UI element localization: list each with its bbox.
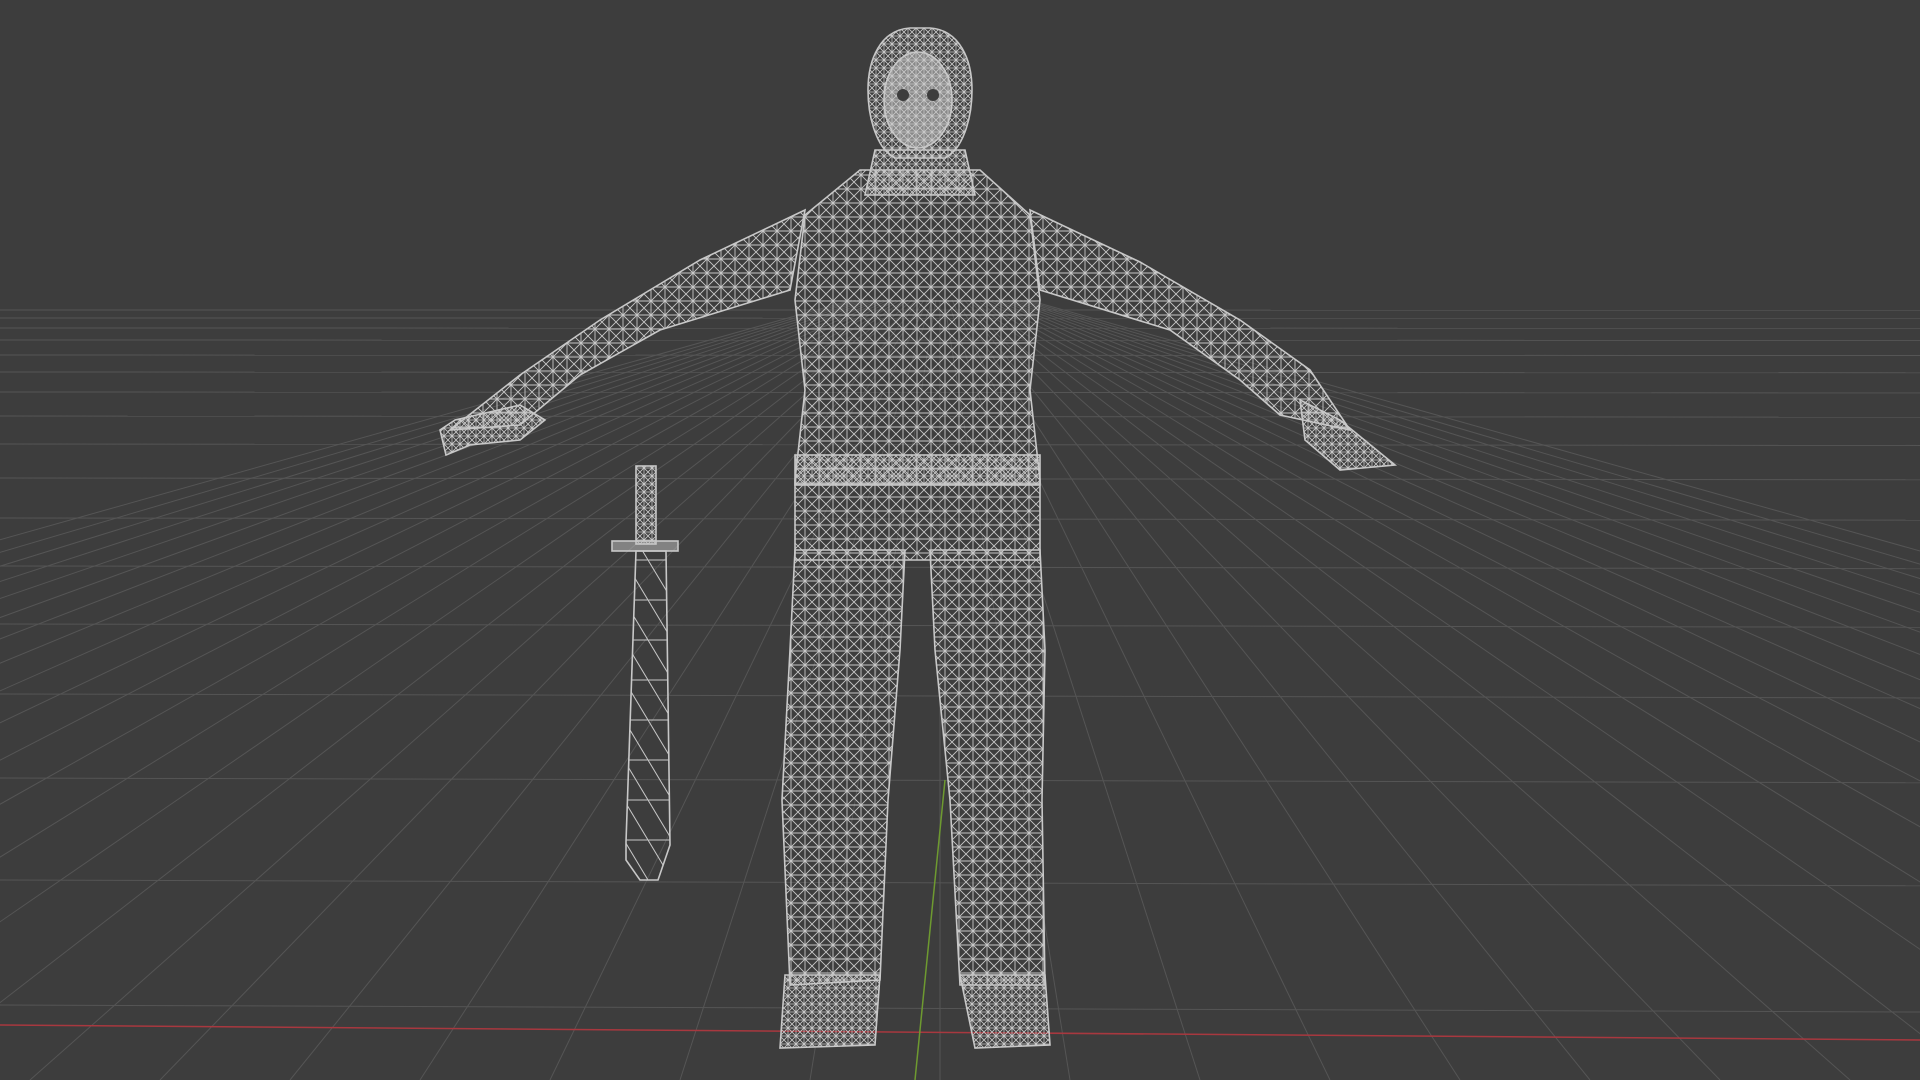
3d-viewport[interactable] bbox=[0, 0, 1920, 1080]
viewport-canvas[interactable] bbox=[0, 0, 1920, 1080]
character-torso bbox=[794, 169, 1041, 561]
grid-line bbox=[0, 299, 885, 692]
character-left-boot bbox=[779, 974, 881, 1049]
grid-line bbox=[0, 299, 881, 664]
grid-line bbox=[0, 299, 853, 541]
machete-mesh[interactable] bbox=[611, 465, 679, 881]
character-right-leg bbox=[929, 549, 1046, 986]
machete-guard bbox=[611, 540, 679, 552]
grid-line bbox=[0, 1004, 1920, 1013]
x-axis-line bbox=[0, 1024, 1920, 1041]
character-left-arm bbox=[447, 208, 807, 431]
character-left-leg bbox=[781, 549, 906, 986]
grid-line bbox=[0, 299, 869, 600]
grid-line bbox=[0, 299, 893, 761]
character-right-boot bbox=[959, 974, 1051, 1049]
grid-line bbox=[0, 299, 857, 553]
grid-line bbox=[0, 299, 861, 567]
character-right-hand bbox=[1299, 398, 1398, 471]
machete-blade bbox=[625, 550, 671, 881]
grid-line bbox=[0, 299, 897, 805]
grid-line bbox=[0, 299, 889, 724]
character-mask bbox=[883, 51, 953, 149]
character-left-hand bbox=[439, 404, 547, 457]
character-mesh[interactable] bbox=[439, 27, 1398, 1049]
machete-handle bbox=[635, 465, 657, 545]
